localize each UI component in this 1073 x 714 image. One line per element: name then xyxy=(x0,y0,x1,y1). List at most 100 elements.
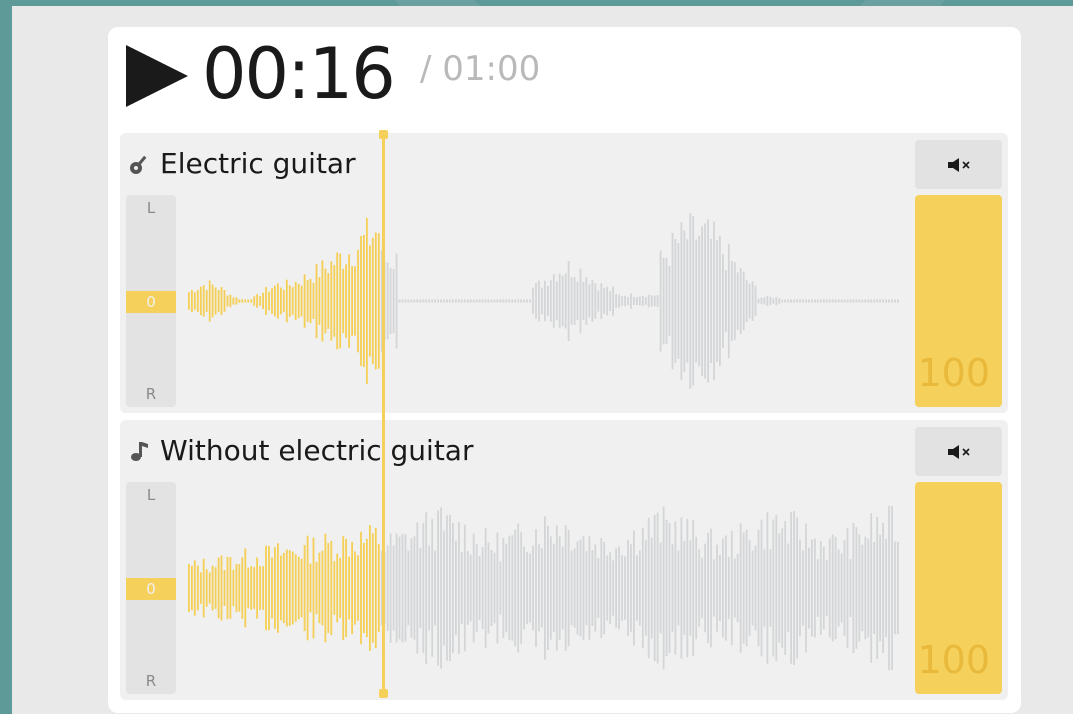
waveform-bar xyxy=(674,521,677,655)
mute-icon xyxy=(947,444,970,459)
waveform-bar xyxy=(440,507,442,669)
waveform-bar xyxy=(867,299,870,303)
waveform-bar xyxy=(303,545,306,632)
waveform-bar xyxy=(799,299,801,303)
waveform-bar xyxy=(199,286,202,316)
waveform-bar xyxy=(493,299,496,303)
waveform-bar xyxy=(805,299,807,303)
waveform-bar xyxy=(597,290,600,312)
waveform-bar xyxy=(825,559,828,617)
waveform-bar xyxy=(606,555,609,621)
pan-slider[interactable]: L 0 R xyxy=(126,482,176,694)
waveform-bar xyxy=(342,536,345,640)
playhead[interactable] xyxy=(379,130,388,698)
electric-guitar-icon xyxy=(130,155,147,174)
waveform-bar xyxy=(499,561,502,615)
waveform-bar xyxy=(294,554,297,622)
waveform-bar xyxy=(766,512,769,664)
waveform-bar xyxy=(541,287,543,315)
waveform-bar xyxy=(641,527,644,649)
waveform-bar xyxy=(449,299,451,303)
waveform-bar xyxy=(211,284,214,318)
waveform-bar xyxy=(508,299,511,303)
waveform[interactable] xyxy=(182,482,912,694)
waveform-bar xyxy=(831,534,834,642)
waveform-bar xyxy=(535,283,537,319)
waveform-bar xyxy=(478,556,481,620)
waveform-bar xyxy=(253,567,256,609)
waveform-bar xyxy=(653,514,656,662)
waveform-bar xyxy=(579,539,582,637)
waveform-bar xyxy=(199,572,202,604)
waveform-bar xyxy=(689,213,692,389)
waveform-bar xyxy=(867,538,870,638)
waveform[interactable] xyxy=(182,195,912,407)
waveform-bar xyxy=(431,299,434,303)
waveform-bar xyxy=(802,550,804,626)
waveform-bar xyxy=(885,299,887,303)
waveform-bar xyxy=(324,533,327,643)
waveform-bar xyxy=(318,277,321,325)
waveform-bar xyxy=(514,529,517,647)
waveform-bar xyxy=(710,528,712,648)
waveform-bar xyxy=(769,296,772,306)
waveform-bar xyxy=(505,299,508,303)
waveform-bar xyxy=(772,298,775,304)
playhead-top-handle[interactable] xyxy=(379,130,388,139)
waveform-bar xyxy=(674,238,677,364)
volume-slider[interactable]: 100 xyxy=(915,195,1002,407)
pan-slider[interactable]: L 0 R xyxy=(126,195,176,407)
waveform-bar xyxy=(271,288,273,314)
waveform-bar xyxy=(434,299,436,303)
pan-center-marker[interactable]: 0 xyxy=(126,291,176,313)
waveform-bar xyxy=(472,533,475,643)
waveform-bar xyxy=(208,280,211,322)
waveform-bar xyxy=(757,529,760,647)
waveform-bar xyxy=(282,289,285,313)
waveform-bar xyxy=(879,535,881,641)
waveform-bar xyxy=(552,274,555,328)
waveform-bar xyxy=(852,523,855,653)
waveform-bar xyxy=(615,548,617,628)
waveform-bar xyxy=(653,295,656,307)
waveform-bar xyxy=(600,538,603,638)
waveform-bar xyxy=(422,299,425,303)
waveform-bar xyxy=(208,572,211,604)
mute-button[interactable] xyxy=(915,140,1002,189)
play-icon[interactable] xyxy=(126,43,190,109)
waveform-bar xyxy=(475,299,478,303)
waveform-bar xyxy=(419,299,422,303)
waveform-bar xyxy=(781,299,784,303)
waveform-bar xyxy=(395,253,398,349)
waveform-bar xyxy=(840,299,843,303)
waveform-bar xyxy=(416,299,419,303)
mute-button[interactable] xyxy=(915,427,1002,476)
waveform-bar xyxy=(585,551,588,625)
waveform-bar xyxy=(621,296,623,306)
waveform-bar xyxy=(591,550,594,626)
volume-slider[interactable]: 100 xyxy=(915,482,1002,694)
waveform-bar xyxy=(745,529,748,647)
waveform-bar xyxy=(638,550,641,626)
waveform-bar xyxy=(374,527,377,649)
waveform-bar xyxy=(481,547,484,629)
waveform-bar xyxy=(585,277,588,325)
waveform-bar xyxy=(377,233,380,369)
waveform-bar xyxy=(484,528,487,648)
waveform-bar xyxy=(315,562,318,615)
waveform-bar xyxy=(490,549,493,626)
pan-center-marker[interactable]: 0 xyxy=(126,578,176,600)
waveform-bar xyxy=(846,299,849,303)
waveform-bar xyxy=(357,249,359,353)
waveform-bar xyxy=(392,545,395,631)
waveform-bar xyxy=(864,536,867,640)
waveform-bar xyxy=(446,515,448,661)
waveform-bar xyxy=(576,541,579,635)
waveform-bar xyxy=(843,540,846,636)
waveform-bar xyxy=(268,545,270,631)
waveform-bar xyxy=(523,546,525,630)
waveform-bar xyxy=(873,299,876,303)
playhead-bottom-handle[interactable] xyxy=(379,689,388,698)
waveform-bar xyxy=(191,289,193,312)
waveform-bar xyxy=(339,253,342,349)
